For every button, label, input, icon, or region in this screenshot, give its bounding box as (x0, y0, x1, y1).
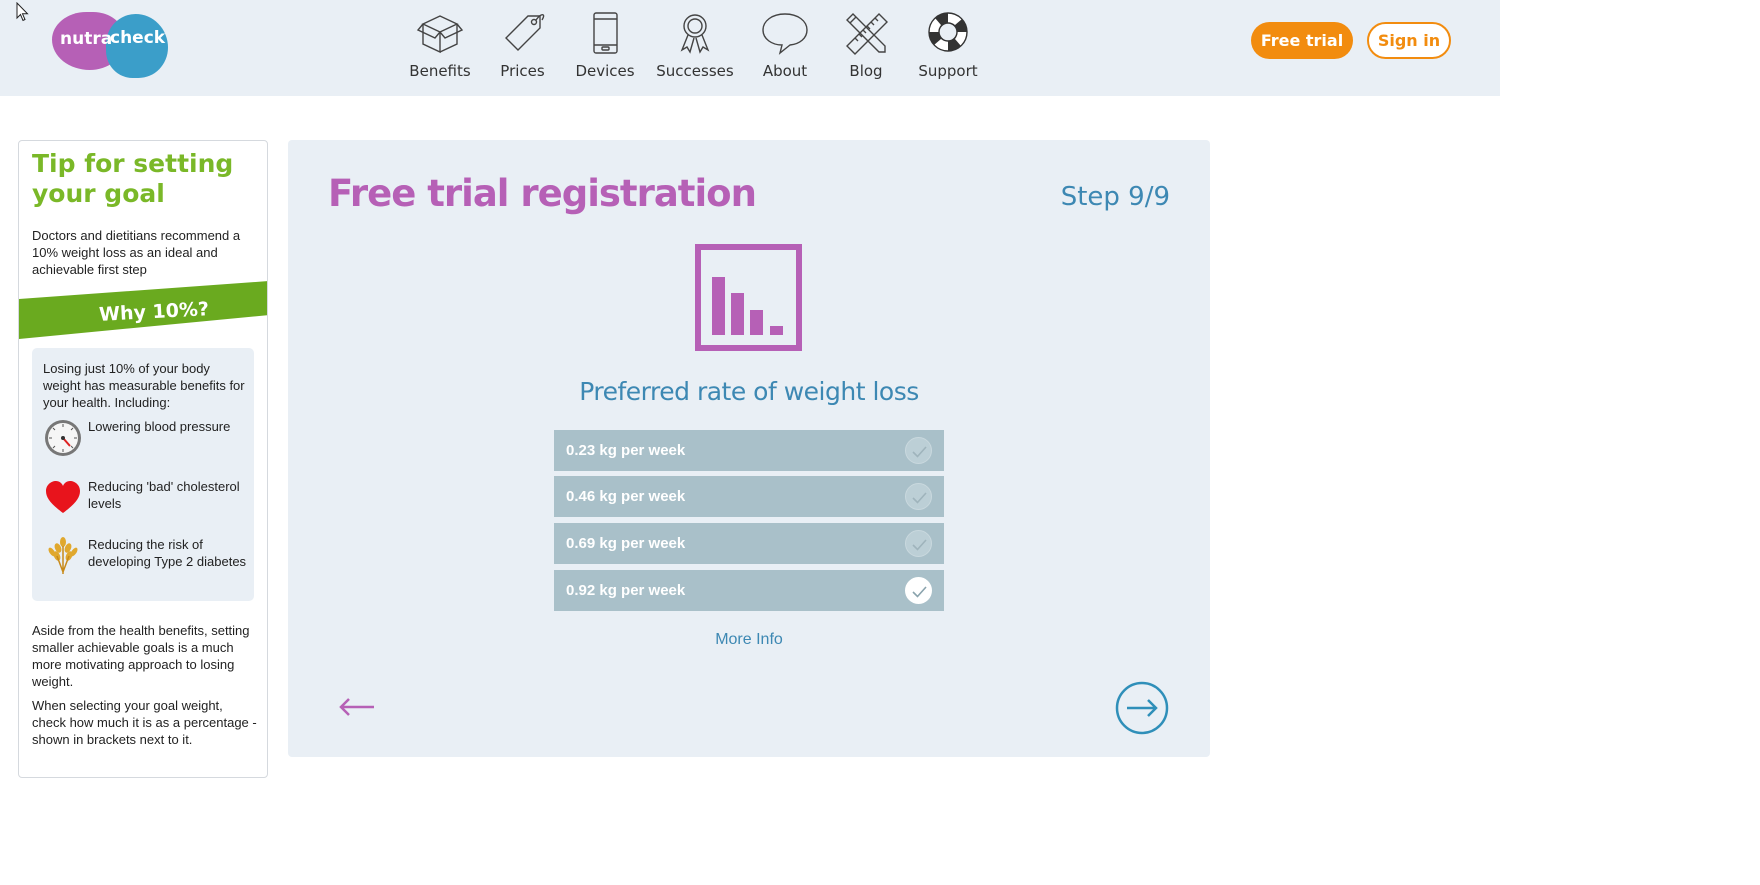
goal-tip-panel: Tip for setting your goal Doctors and di… (18, 140, 268, 778)
nav-item-prices[interactable]: Prices (475, 10, 570, 90)
tip-intro: Doctors and dietitians recommend a 10% w… (32, 228, 241, 277)
tip-outro-motivation: Aside from the health benefits, setting … (32, 623, 250, 689)
benefits-box: Losing just 10% of your body weight has … (32, 348, 254, 601)
benefits-intro: Losing just 10% of your body weight has … (43, 361, 245, 410)
logo-text-check: check (110, 28, 166, 48)
check-icon (905, 577, 932, 604)
next-arrow-icon[interactable] (1115, 681, 1169, 735)
blood-pressure-gauge-icon (45, 420, 81, 456)
main-nav: Benefits Prices Devices Successes About … (405, 10, 984, 90)
phone-icon (593, 12, 618, 54)
page-title: Free trial registration (328, 172, 757, 215)
nav-label: Blog (849, 62, 883, 80)
nav-label: Prices (500, 62, 545, 80)
tip-title: Tip for setting your goal (32, 149, 234, 208)
rate-option-label: 0.46 kg per week (566, 488, 686, 505)
registration-panel: Free trial registration Step 9/9 Preferr… (288, 140, 1210, 757)
lifebuoy-icon (928, 12, 968, 52)
sign-in-button[interactable]: Sign in (1367, 22, 1451, 59)
nav-item-devices[interactable]: Devices (570, 10, 640, 90)
nav-item-about[interactable]: About (750, 10, 820, 90)
benefit-text: Lowering blood pressure (88, 419, 231, 434)
site-header: nutra check Benefits Prices Devices Succ… (0, 0, 1500, 96)
rate-option-selected[interactable]: 0.92 kg per week (554, 570, 944, 611)
nutracheck-logo[interactable]: nutra check (52, 10, 172, 80)
logo-text-nutra: nutra (60, 29, 113, 49)
nav-item-benefits[interactable]: Benefits (405, 10, 475, 90)
check-icon (905, 530, 932, 557)
mouse-cursor-icon (16, 2, 29, 22)
nav-label: Devices (575, 62, 635, 80)
pencil-ruler-icon (846, 13, 888, 55)
rate-option[interactable]: 0.23 kg per week (554, 430, 944, 471)
rate-option-label: 0.69 kg per week (566, 535, 686, 552)
back-arrow-icon[interactable] (338, 695, 376, 719)
more-info-link[interactable]: More Info (288, 631, 1210, 649)
rate-option-label: 0.92 kg per week (566, 582, 686, 599)
bar-chart-icon (695, 244, 802, 351)
question-heading: Preferred rate of weight loss (579, 377, 919, 406)
wheat-icon (48, 537, 78, 574)
rate-option-label: 0.23 kg per week (566, 442, 686, 459)
nav-item-support[interactable]: Support (912, 10, 984, 90)
rate-option[interactable]: 0.46 kg per week (554, 476, 944, 517)
benefit-text: Reducing the risk of developing Type 2 d… (88, 537, 247, 569)
benefit-text: Reducing 'bad' cholesterol levels (88, 479, 240, 511)
rate-option[interactable]: 0.69 kg per week (554, 523, 944, 564)
speech-bubble-icon (762, 13, 808, 55)
free-trial-button[interactable]: Free trial (1251, 22, 1353, 59)
nav-label: Successes (656, 62, 734, 80)
step-indicator: Step 9/9 (1060, 182, 1170, 212)
heart-icon (46, 481, 80, 513)
nav-item-successes[interactable]: Successes (640, 10, 750, 90)
check-icon (905, 437, 932, 464)
check-icon (905, 483, 932, 510)
nav-label: Support (918, 62, 978, 80)
box-icon (416, 15, 464, 54)
price-tag-icon (504, 14, 544, 51)
tip-outro-percentage: When selecting your goal weight, check h… (32, 698, 257, 747)
rosette-icon (680, 14, 710, 54)
nav-item-blog[interactable]: Blog (820, 10, 912, 90)
nav-label: About (762, 62, 808, 80)
nav-label: Benefits (409, 62, 471, 80)
